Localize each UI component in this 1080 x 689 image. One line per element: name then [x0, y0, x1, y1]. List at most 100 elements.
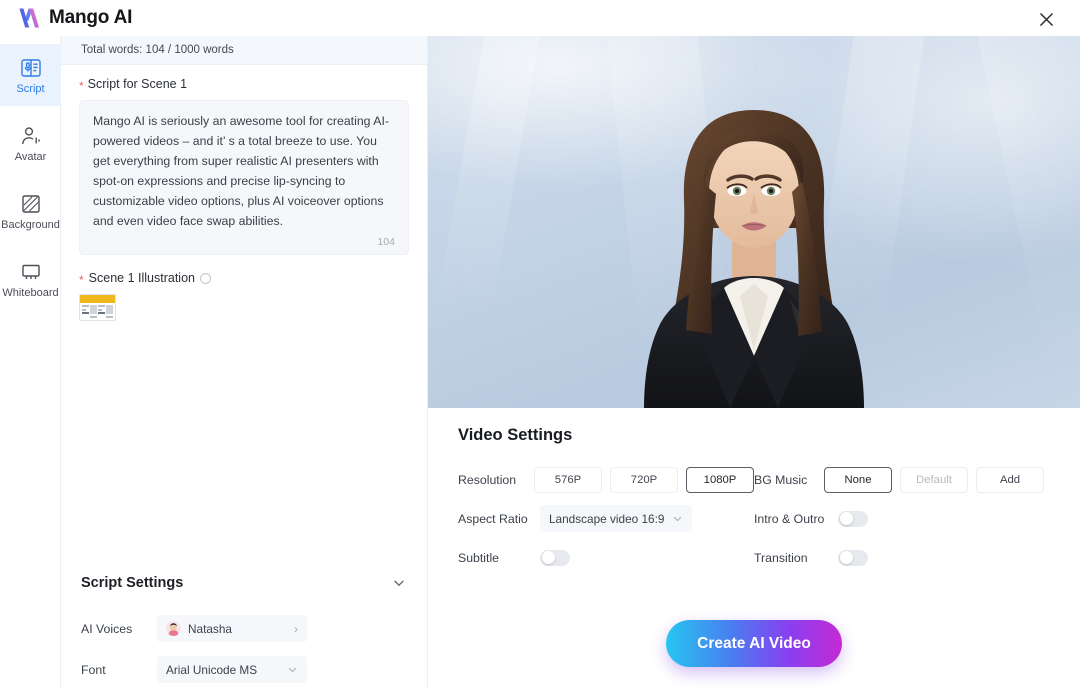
thumbnail-line: [98, 308, 103, 311]
sidebar-item-label: Avatar: [14, 150, 47, 163]
script-settings-section: Script Settings AI Voices Natasha › Font…: [61, 561, 428, 683]
app-root: Mango AI Script Avatar Background Whiteb…: [0, 0, 1080, 689]
avatar: [166, 621, 181, 636]
scene-heading: * Script for Scene 1: [79, 77, 409, 93]
font-label: Font: [81, 662, 106, 677]
chevron-down-icon: [674, 516, 682, 522]
thumbnail-line: [82, 312, 89, 315]
video-settings-panel: Video Settings Resolution 576P 720P 1080…: [428, 408, 1080, 689]
chevron-right-icon: ›: [294, 621, 298, 636]
toggle-knob: [839, 512, 853, 525]
illustration-heading-label: Scene 1 Illustration: [88, 271, 195, 286]
scene-block: * Script for Scene 1 Mango AI is serious…: [61, 65, 427, 322]
transition-toggle[interactable]: [838, 549, 868, 566]
bg-music-option-none[interactable]: None: [824, 466, 892, 493]
left-nav-rail: Script Avatar Background Whiteboard: [0, 36, 61, 689]
app-title: Mango AI: [49, 7, 133, 28]
required-marker: *: [79, 79, 84, 93]
bg-music-option-add[interactable]: Add: [976, 466, 1044, 493]
chevron-down-icon: [288, 667, 297, 673]
aspect-ratio-label: Aspect Ratio: [458, 511, 528, 526]
settings-row: Subtitle Transition: [458, 538, 1058, 577]
video-settings-title: Video Settings: [458, 426, 573, 444]
toggle-knob: [839, 551, 853, 564]
cta-container: Create AI Video: [428, 620, 1080, 667]
resolution-option-720p[interactable]: 720P: [610, 466, 678, 493]
close-button[interactable]: [1034, 7, 1058, 31]
illustration-thumbnail[interactable]: [79, 294, 116, 322]
voice-avatar-icon: [166, 621, 181, 636]
bg-music-field: BG Music None Default Add: [754, 466, 1044, 493]
app-logo: Mango AI: [0, 7, 132, 29]
bg-music-option-default[interactable]: Default: [900, 466, 968, 493]
sidebar-item-script[interactable]: Script: [0, 44, 61, 106]
sidebar-item-label: Background: [1, 218, 60, 231]
script-settings-header[interactable]: Script Settings: [79, 561, 410, 601]
aspect-ratio-field: Aspect Ratio Landscape video 16:9: [458, 505, 754, 532]
font-row: Font Arial Unicode MS: [79, 656, 410, 683]
script-settings-title: Script Settings: [81, 575, 184, 591]
intro-outro-label: Intro & Outro: [754, 511, 825, 526]
sidebar-item-label: Script: [16, 82, 45, 95]
sidebar-item-avatar[interactable]: Avatar: [0, 112, 61, 174]
illustration-heading: * Scene 1 Illustration: [79, 271, 409, 286]
font-select[interactable]: Arial Unicode MS: [157, 656, 307, 683]
resolution-label: Resolution: [458, 472, 517, 487]
avatar-icon: [21, 126, 40, 144]
intro-outro-toggle[interactable]: [838, 510, 868, 527]
settings-row: Resolution 576P 720P 1080P BG Music None…: [458, 460, 1058, 499]
subtitle-label: Subtitle: [458, 550, 500, 565]
ai-voices-select[interactable]: Natasha ›: [157, 615, 307, 642]
ai-presenter-avatar: [644, 110, 864, 408]
thumbnail-column: [82, 305, 89, 318]
help-icon[interactable]: [199, 272, 211, 284]
thumbnail-image-block: [90, 305, 97, 315]
script-textarea[interactable]: Mango AI is seriously an awesome tool fo…: [79, 100, 409, 256]
backdrop-beam: [969, 36, 1080, 371]
transition-label: Transition: [754, 550, 808, 565]
script-char-count: 104: [377, 236, 395, 249]
mango-logo-icon: [19, 8, 39, 28]
aspect-ratio-value: Landscape video 16:9: [549, 511, 665, 526]
thumbnail-line: [106, 315, 113, 318]
toggle-knob: [541, 551, 555, 564]
word-counter: Total words: 104 / 1000 words: [61, 36, 427, 65]
thumbnail-column: [90, 305, 97, 318]
thumbnail-line: [82, 305, 89, 308]
aspect-ratio-select[interactable]: Landscape video 16:9: [540, 505, 693, 532]
script-text: Mango AI is seriously an awesome tool fo…: [93, 114, 389, 228]
sidebar-item-whiteboard[interactable]: Whiteboard: [0, 248, 61, 310]
whiteboard-icon: [21, 264, 40, 279]
ai-voices-value: Natasha: [188, 621, 232, 636]
thumbnail-line: [82, 308, 86, 311]
resolution-field: Resolution 576P 720P 1080P: [458, 466, 754, 493]
backdrop-beam: [436, 36, 543, 317]
subtitle-toggle[interactable]: [540, 549, 570, 566]
settings-row: Aspect Ratio Landscape video 16:9 Intro …: [458, 499, 1058, 538]
thumbnail-body: [80, 303, 115, 320]
sidebar-item-background[interactable]: Background: [0, 180, 61, 242]
sidebar-item-label: Whiteboard: [2, 286, 59, 299]
resolution-option-1080p[interactable]: 1080P: [686, 466, 754, 493]
title-bar: Mango AI: [0, 0, 1080, 36]
bg-music-label: BG Music: [754, 472, 808, 487]
scene-heading-label: Script for Scene 1: [87, 77, 188, 91]
thumbnail-column: [98, 305, 105, 318]
thumbnail-header-bar: [80, 295, 115, 304]
create-ai-video-button[interactable]: Create AI Video: [666, 620, 842, 667]
video-preview[interactable]: [428, 36, 1080, 408]
background-icon: [21, 194, 40, 213]
chevron-down-icon: [394, 580, 404, 587]
script-panel: Total words: 104 / 1000 words * Script f…: [61, 36, 428, 689]
resolution-option-576p[interactable]: 576P: [534, 466, 602, 493]
thumbnail-image-block: [106, 305, 113, 315]
bg-music-button-group: None Default Add: [824, 466, 1044, 493]
ai-voices-row: AI Voices Natasha ›: [79, 615, 410, 642]
subtitle-field: Subtitle: [458, 549, 754, 566]
thumbnail-line: [98, 312, 105, 315]
thumbnail-line: [90, 315, 97, 318]
intro-outro-field: Intro & Outro: [754, 510, 868, 527]
thumbnail-line: [98, 305, 105, 308]
thumbnail-column: [106, 305, 113, 318]
font-value: Arial Unicode MS: [166, 662, 258, 677]
